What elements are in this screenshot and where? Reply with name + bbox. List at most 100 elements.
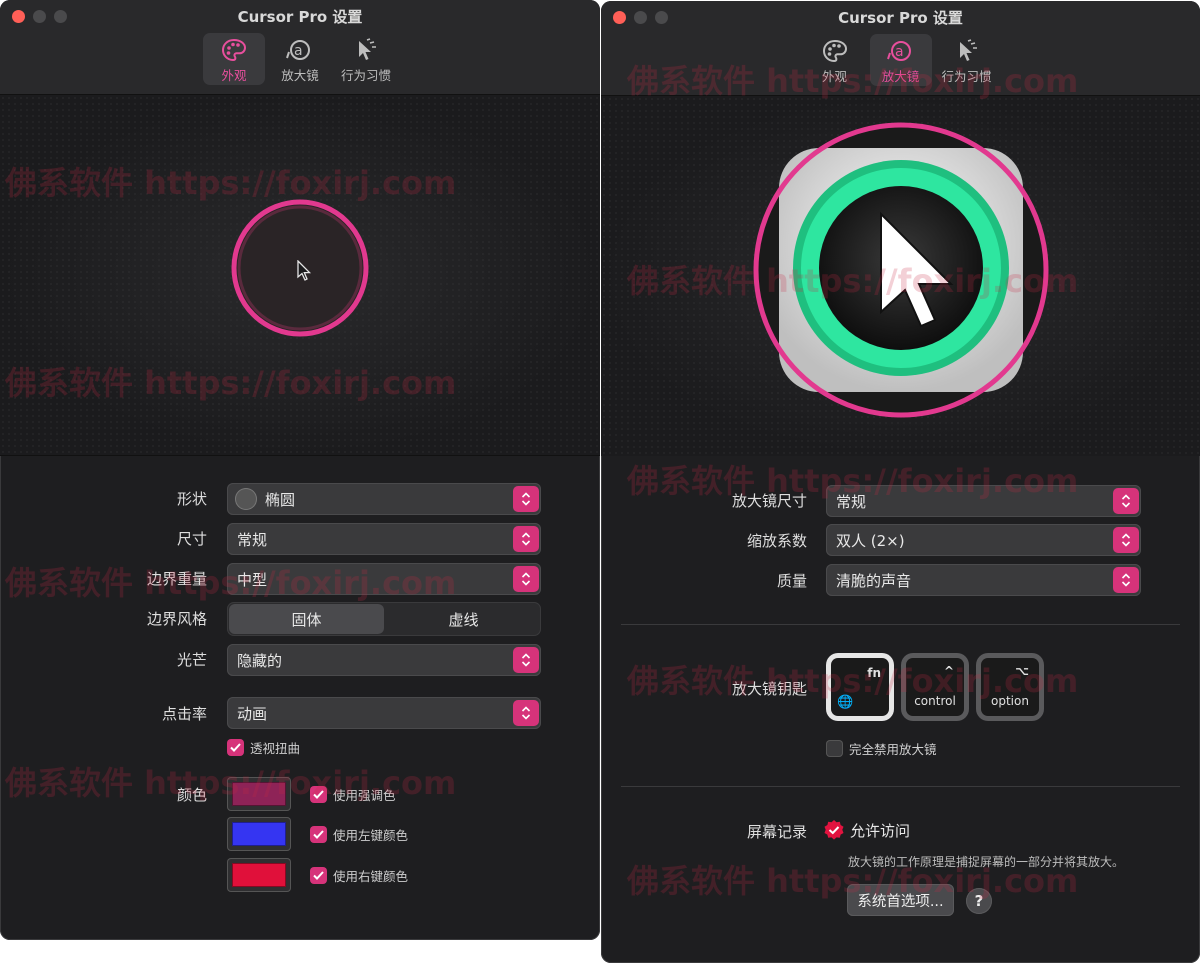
border-weight-label: 边界重量 — [146, 570, 207, 588]
key-bottom-label: option — [991, 694, 1029, 708]
option-key-option[interactable]: ⌥ option — [976, 653, 1044, 721]
color-swatch — [232, 782, 286, 806]
window-title: Cursor Pro 设置 — [838, 9, 963, 27]
stepper-icon — [513, 566, 539, 592]
verified-badge-icon — [824, 820, 844, 840]
control-key-option[interactable]: ^ control — [901, 653, 969, 721]
circle-shape-icon — [235, 488, 257, 510]
use-accent-color-checkbox[interactable]: 使用强调色 — [310, 785, 396, 804]
magnifier-size-popup[interactable]: 常规 — [826, 485, 1141, 517]
titlebar: Cursor Pro 设置 外观 a 放大镜 行为习惯 — [0, 0, 600, 95]
tab-magnifier[interactable]: a 放大镜 — [869, 34, 932, 86]
quality-value: 清脆的声音 — [836, 571, 912, 590]
shape-value: 椭圆 — [265, 490, 296, 509]
border-weight-popup[interactable]: 中型 — [227, 563, 541, 595]
use-right-click-color-checkbox[interactable]: 使用右键颜色 — [310, 866, 408, 885]
key-cap: ^ control — [906, 658, 964, 716]
tab-appearance[interactable]: 外观 — [203, 33, 265, 85]
accent-color-well[interactable] — [227, 777, 291, 811]
tab-label: 外观 — [821, 69, 847, 84]
tab-label: 行为习惯 — [941, 69, 992, 84]
glow-value: 隐藏的 — [237, 651, 283, 670]
tab-behavior[interactable]: 行为习惯 — [335, 33, 397, 85]
shape-popup[interactable]: 椭圆 — [227, 483, 541, 515]
stepper-icon — [1113, 567, 1139, 593]
size-value: 常规 — [237, 530, 268, 549]
help-button[interactable]: ? — [966, 888, 992, 914]
click-rate-value: 动画 — [237, 704, 268, 723]
cursor-preview — [0, 95, 600, 456]
tab-label: 放大镜 — [281, 68, 319, 83]
disable-magnifier-label: 完全禁用放大镜 — [849, 742, 937, 757]
key-cap: fn 🌐 — [831, 658, 889, 716]
quality-label: 质量 — [776, 572, 807, 590]
screen-recording-status: 允许访问 — [823, 819, 910, 841]
segment-solid[interactable]: 固体 — [229, 604, 384, 634]
zoom-factor-popup[interactable]: 双人 (2×) — [826, 524, 1141, 556]
checkmark-icon — [227, 739, 244, 756]
size-label: 尺寸 — [176, 530, 207, 548]
stepper-icon — [513, 486, 539, 512]
size-popup[interactable]: 常规 — [227, 523, 541, 555]
magnifier-size-label: 放大镜尺寸 — [731, 492, 807, 510]
tab-label: 放大镜 — [881, 69, 920, 84]
border-weight-value: 中型 — [237, 570, 268, 589]
key-bottom-label: control — [914, 694, 956, 708]
zoom-factor-value: 双人 (2×) — [836, 531, 905, 550]
segment-dashed[interactable]: 虚线 — [386, 602, 541, 636]
stepper-icon — [513, 526, 539, 552]
left-click-color-well[interactable] — [227, 817, 291, 851]
tab-label: 行为习惯 — [340, 68, 391, 83]
appearance-settings-window: Cursor Pro 设置 外观 a 放大镜 行为习惯 形状 椭圆 尺寸 常规 … — [0, 0, 600, 940]
right-click-color-well[interactable] — [227, 858, 291, 892]
magnifier-lens — [753, 122, 1049, 418]
stepper-icon — [1113, 527, 1139, 553]
disable-magnifier-checkbox[interactable]: 完全禁用放大镜 — [826, 739, 937, 758]
magnifier-settings-window: Cursor Pro 设置 外观 a 放大镜 行为习惯 放大镜尺寸 常规 缩放系… — [601, 1, 1200, 963]
shape-label: 形状 — [176, 490, 207, 508]
perspective-label: 透视扭曲 — [250, 741, 301, 756]
cursor-arrow-icon — [297, 260, 312, 281]
svg-text:a: a — [294, 43, 303, 59]
key-cap: ⌥ option — [981, 658, 1039, 716]
colors-label: 颜色 — [176, 786, 207, 804]
checkmark-icon — [310, 786, 327, 803]
window-title: Cursor Pro 设置 — [237, 8, 363, 26]
palette-icon — [820, 38, 850, 64]
fn-key-option[interactable]: fn 🌐 — [826, 653, 894, 721]
perspective-checkbox[interactable]: 透视扭曲 — [227, 738, 300, 757]
color-swatch — [232, 863, 286, 887]
titlebar: Cursor Pro 设置 外观 a 放大镜 行为习惯 — [601, 1, 1200, 96]
color-option-label: 使用左键颜色 — [333, 828, 409, 843]
system-preferences-button[interactable]: 系统首选项... — [847, 884, 954, 916]
cursor-click-icon — [952, 38, 982, 64]
tab-magnifier[interactable]: a 放大镜 — [269, 33, 331, 85]
settings-toolbar: 外观 a 放大镜 行为习惯 — [0, 33, 600, 85]
magnifier-icon: a — [285, 37, 315, 63]
stepper-icon — [513, 700, 539, 726]
glow-label: 光芒 — [176, 651, 207, 669]
cursor-click-icon — [351, 37, 381, 63]
use-left-click-color-checkbox[interactable]: 使用左键颜色 — [310, 825, 408, 844]
stepper-icon — [513, 647, 539, 673]
quality-popup[interactable]: 清脆的声音 — [826, 564, 1141, 596]
glow-popup[interactable]: 隐藏的 — [227, 644, 541, 676]
magnifier-preview — [601, 96, 1200, 456]
border-style-label: 边界风格 — [146, 610, 207, 628]
key-top-label: ⌥ — [1015, 664, 1029, 678]
screen-recording-status-text: 允许访问 — [850, 821, 911, 840]
screen-recording-note: 放大镜的工作原理是捕捉屏幕的一部分并将其放大。 — [848, 855, 1125, 869]
color-option-label: 使用右键颜色 — [333, 869, 409, 884]
tab-appearance[interactable]: 外观 — [804, 34, 866, 86]
key-top-label: ^ — [943, 664, 954, 678]
checkbox-box — [826, 740, 843, 757]
magnifier-icon: a — [886, 38, 916, 64]
checkmark-icon — [310, 826, 327, 843]
checkmark-icon — [310, 867, 327, 884]
screen-recording-label: 屏幕记录 — [746, 823, 807, 841]
tab-behavior[interactable]: 行为习惯 — [936, 34, 998, 86]
magnifier-size-value: 常规 — [836, 492, 867, 511]
stepper-icon — [1113, 488, 1139, 514]
click-rate-popup[interactable]: 动画 — [227, 697, 541, 729]
globe-icon: 🌐 — [837, 695, 854, 710]
